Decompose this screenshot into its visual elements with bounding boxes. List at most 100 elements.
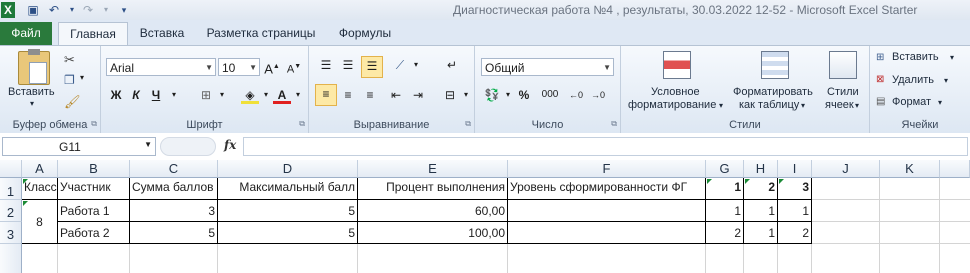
underline-button[interactable]: Ч [147, 86, 165, 104]
insert-cells-icon[interactable]: ⊞ [876, 52, 884, 63]
paste-button[interactable]: Вставить [8, 86, 55, 98]
align-right-icon[interactable]: ≡ [361, 86, 379, 104]
cell-k2[interactable] [880, 200, 940, 222]
format-cells-button[interactable]: Формат [892, 96, 931, 108]
increase-indent-icon[interactable]: ⇥ [409, 86, 427, 104]
column-header-c[interactable]: C [130, 160, 218, 178]
name-box[interactable]: G11 ▼ [2, 137, 156, 156]
conditional-formatting-icon[interactable] [663, 51, 691, 79]
cell-h4[interactable] [744, 244, 778, 273]
thousands-separator-button[interactable]: 000 [537, 86, 563, 104]
delete-cells-icon[interactable]: ⊠ [876, 74, 884, 85]
cell-styles-label[interactable]: Стили [827, 86, 859, 98]
conditional-formatting-label-2[interactable]: форматирование [628, 99, 716, 111]
cell-d1[interactable]: Максимальный балл [218, 178, 358, 200]
delete-dropdown-icon[interactable]: ▾ [944, 76, 948, 85]
cell-d3[interactable]: 5 [218, 222, 358, 244]
align-bottom-icon[interactable]: ☰ [361, 56, 383, 78]
cell-l2[interactable] [940, 200, 970, 222]
redo-icon[interactable]: ↷ [80, 2, 96, 18]
cell-g3[interactable]: 2 [706, 222, 744, 244]
column-header-j[interactable]: J [812, 160, 880, 178]
cell-e4[interactable] [358, 244, 508, 273]
number-launcher-icon[interactable]: ⧉ [611, 119, 617, 129]
conditional-formatting-label[interactable]: Условное [651, 86, 700, 98]
cell-styles-label-2[interactable]: ячеек [825, 99, 854, 111]
borders-dropdown-icon[interactable]: ▾ [213, 86, 231, 104]
column-header-d[interactable]: D [218, 160, 358, 178]
cell-f3[interactable] [508, 222, 706, 244]
select-all-corner[interactable] [0, 160, 22, 178]
alignment-launcher-icon[interactable]: ⧉ [465, 119, 471, 129]
cell-j4[interactable] [812, 244, 880, 273]
cell-b3[interactable]: Работа 2 [58, 222, 130, 244]
customize-qat-icon[interactable]: ▾ [116, 2, 132, 18]
cell-h2[interactable]: 1 [744, 200, 778, 222]
number-format-dropdown[interactable]: Общий ▼ [481, 58, 614, 76]
tab-formulas[interactable]: Формулы [330, 22, 400, 45]
format-as-table-label[interactable]: Форматировать [733, 86, 813, 98]
paste-icon[interactable] [18, 49, 50, 85]
cell-h3[interactable]: 1 [744, 222, 778, 244]
align-middle-icon[interactable]: ☰ [339, 56, 357, 74]
font-launcher-icon[interactable]: ⧉ [299, 119, 305, 129]
delete-cells-button[interactable]: Удалить [892, 74, 934, 86]
cell-d4[interactable] [218, 244, 358, 273]
cell-d2[interactable]: 5 [218, 200, 358, 222]
column-header-e[interactable]: E [358, 160, 508, 178]
percent-button[interactable]: % [515, 86, 533, 104]
italic-button[interactable]: К [127, 86, 145, 104]
cell-b4[interactable] [58, 244, 130, 273]
cell-i4[interactable] [778, 244, 812, 273]
format-as-table-label-2[interactable]: как таблицу [739, 99, 799, 111]
underline-dropdown-icon[interactable]: ▾ [165, 86, 183, 104]
cell-i3[interactable]: 2 [778, 222, 812, 244]
name-box-dropdown-icon[interactable]: ▼ [144, 140, 152, 149]
undo-icon[interactable]: ↶ [46, 2, 62, 18]
row-header-3[interactable]: 3 [0, 222, 22, 244]
format-dropdown-icon[interactable]: ▾ [938, 98, 942, 107]
decrease-decimal-icon[interactable]: →0 [589, 86, 607, 104]
tab-file[interactable]: Файл [0, 22, 52, 45]
column-header-k[interactable]: K [880, 160, 940, 178]
cell-i2[interactable]: 1 [778, 200, 812, 222]
save-icon[interactable]: ▣ [25, 2, 41, 18]
format-painter-icon[interactable]: 🖌 [64, 94, 81, 110]
cell-e1[interactable]: Процент выполнения [358, 178, 508, 200]
cell-a2-merged[interactable]: 8 [22, 200, 58, 244]
undo-dropdown-icon[interactable]: ▾ [64, 2, 80, 18]
row-header-1[interactable]: 1 [0, 178, 22, 200]
cell-f2[interactable] [508, 200, 706, 222]
insert-dropdown-icon[interactable]: ▾ [950, 53, 954, 62]
row-header-2[interactable]: 2 [0, 200, 22, 222]
cell-f1[interactable]: Уровень сформированности ФГ [508, 178, 706, 200]
insert-function-icon[interactable]: fx [224, 138, 236, 152]
align-center-icon[interactable]: ≡ [339, 86, 357, 104]
cell-l1[interactable] [940, 178, 970, 200]
cell-e2[interactable]: 60,00 [358, 200, 508, 222]
cell-j2[interactable] [812, 200, 880, 222]
cell-c4[interactable] [130, 244, 218, 273]
column-header-h[interactable]: H [744, 160, 778, 178]
redo-dropdown-icon[interactable]: ▾ [98, 2, 114, 18]
clipboard-launcher-icon[interactable]: ⧉ [91, 119, 97, 129]
tab-insert[interactable]: Вставка [132, 22, 192, 45]
wrap-text-icon[interactable]: ↵ [443, 56, 461, 74]
increase-decimal-icon[interactable]: ←0 [567, 86, 585, 104]
grow-font-icon[interactable]: A▲ [263, 58, 281, 76]
format-cells-icon[interactable]: ▤ [876, 96, 885, 107]
cell-c2[interactable]: 3 [130, 200, 218, 222]
align-left-icon[interactable]: ≡ [315, 84, 337, 106]
cell-b1[interactable]: Участник [58, 178, 130, 200]
cell-e3[interactable]: 100,00 [358, 222, 508, 244]
paste-dropdown-icon[interactable]: ▾ [30, 99, 34, 108]
formula-input[interactable] [243, 137, 968, 156]
insert-cells-button[interactable]: Вставить [892, 51, 939, 63]
cell-a4[interactable] [22, 244, 58, 273]
font-name-dropdown[interactable]: Arial ▼ [106, 58, 216, 76]
column-header-i[interactable]: I [778, 160, 812, 178]
cell-g2[interactable]: 1 [706, 200, 744, 222]
orientation-dropdown-icon[interactable]: ▾ [407, 56, 425, 74]
copy-dropdown-icon[interactable]: ▾ [80, 73, 84, 82]
column-header-a[interactable]: A [22, 160, 58, 178]
